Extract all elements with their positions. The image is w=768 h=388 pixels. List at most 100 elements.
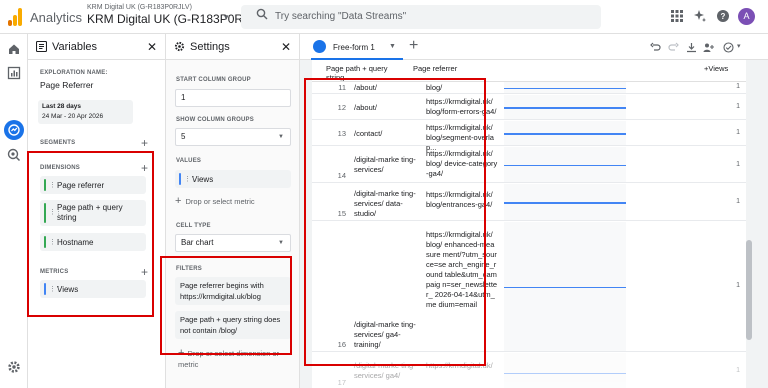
svg-text:?: ? bbox=[721, 12, 726, 21]
check-circle-icon[interactable] bbox=[723, 42, 734, 53]
advertising-icon[interactable] bbox=[7, 148, 21, 162]
filters-label: FILTERS bbox=[176, 266, 202, 272]
dimension-chip-page-referrer[interactable]: ⋮⋮ Page referrer bbox=[40, 176, 146, 194]
views-bar bbox=[504, 202, 626, 204]
show-column-groups-select[interactable]: 5 ▼ bbox=[175, 128, 291, 146]
views-value: 1 bbox=[736, 198, 740, 205]
sparkle-icon[interactable] bbox=[694, 10, 706, 22]
metric-chip-views[interactable]: ⋮⋮ Views bbox=[40, 280, 146, 298]
table-row[interactable]: 14 /digital-marke ting-services/ https:/… bbox=[312, 147, 748, 183]
apps-grid-icon[interactable] bbox=[671, 10, 683, 22]
tab-free-form-1[interactable]: Free-form 1 ▼ bbox=[311, 37, 403, 60]
views-bar bbox=[504, 87, 626, 89]
drag-handle-icon[interactable]: ⋮⋮ bbox=[49, 181, 62, 189]
views-value: 1 bbox=[736, 103, 740, 110]
filter-chip-page-path[interactable]: Page path + query string does not contai… bbox=[175, 311, 291, 339]
exploration-name-label: EXPLORATION NAME: bbox=[40, 70, 108, 76]
views-value: 1 bbox=[736, 83, 740, 90]
table-row[interactable]: 13 /contact/ https://krmdigital.uk/ blog… bbox=[312, 121, 748, 152]
dropdown-arrow-icon: ▼ bbox=[278, 134, 284, 140]
help-icon[interactable]: ? bbox=[717, 10, 729, 22]
drag-handle-icon[interactable]: ⋮⋮ bbox=[49, 238, 62, 246]
date-range-picker[interactable]: Last 28 days 24 Mar - 20 Apr 2026 bbox=[38, 100, 133, 124]
drag-handle-icon[interactable]: ⋮⋮ bbox=[49, 285, 62, 293]
cell-type-value: Bar chart bbox=[181, 238, 214, 247]
share-user-icon[interactable] bbox=[703, 42, 714, 53]
analytics-logo-icon[interactable] bbox=[8, 8, 22, 26]
tab-bar: Free-form 1 ▼ + ▾ bbox=[300, 34, 768, 60]
settings-header: Settings ✕ bbox=[166, 34, 299, 60]
drop-dimension-slot[interactable]: + Drop or select dimension or metric bbox=[178, 348, 290, 370]
exploration-name-field[interactable]: Page Referrer bbox=[40, 80, 93, 90]
settings-gear-icon[interactable] bbox=[7, 360, 21, 374]
cell-type-select[interactable]: Bar chart ▼ bbox=[175, 234, 291, 252]
page-path-cell: /about/ bbox=[354, 83, 377, 92]
start-column-group-input[interactable]: 1 bbox=[175, 89, 291, 107]
scrollbar-thumb[interactable] bbox=[746, 240, 752, 340]
table-scrollbar[interactable] bbox=[746, 60, 752, 388]
account-id[interactable]: KRM Digital UK (G-R183P0RJLV) bbox=[87, 4, 192, 11]
chevron-down-icon[interactable]: ▼ bbox=[389, 43, 396, 50]
drop-metric-label: Drop or select metric bbox=[185, 197, 255, 206]
column-header-views[interactable]: +Views bbox=[704, 64, 728, 73]
avatar[interactable]: A bbox=[738, 8, 755, 25]
show-column-groups-value: 5 bbox=[181, 132, 186, 141]
close-icon[interactable]: ✕ bbox=[147, 40, 157, 54]
views-bar-cell bbox=[504, 184, 626, 220]
table-row[interactable]: 17 /digital-marke ting-services/ ga4/ ht… bbox=[312, 353, 748, 388]
reports-icon[interactable] bbox=[7, 66, 21, 80]
views-value: 1 bbox=[736, 282, 740, 289]
views-bar-cell bbox=[504, 82, 626, 93]
cell-type-label: CELL TYPE bbox=[176, 223, 211, 229]
row-number: 16 bbox=[337, 340, 346, 349]
table-row[interactable]: 16 /digital-marke ting-services/ ga4-tra… bbox=[312, 222, 748, 352]
add-dimension-icon[interactable]: + bbox=[141, 162, 148, 174]
filter-chip-page-referrer[interactable]: Page referrer begins with https://krmdig… bbox=[175, 277, 291, 305]
add-segment-icon[interactable]: + bbox=[141, 137, 148, 149]
download-icon[interactable] bbox=[686, 42, 697, 53]
column-header-page-path[interactable]: Page path + query string bbox=[326, 64, 396, 82]
chevron-down-icon[interactable]: ▾ bbox=[224, 12, 229, 23]
table-row[interactable]: 15 /digital-marke ting-services/ data-st… bbox=[312, 184, 748, 221]
dropdown-arrow-icon: ▼ bbox=[278, 240, 284, 246]
page-path-cell: /contact/ bbox=[354, 129, 383, 138]
drop-metric-slot[interactable]: + Drop or select metric bbox=[175, 196, 291, 207]
redo-icon[interactable] bbox=[668, 42, 679, 53]
views-bar bbox=[504, 107, 626, 109]
page-referrer-cell: https://krmdigital.uk/ blog/entrances-ga… bbox=[426, 190, 493, 209]
exploration-canvas: Free-form 1 ▼ + ▾ Page path + query stri… bbox=[300, 34, 768, 388]
page-path-cell: /digital-marke ting-services/ ga4/ bbox=[354, 361, 416, 380]
views-value: 1 bbox=[736, 129, 740, 136]
home-icon[interactable] bbox=[7, 42, 21, 56]
add-tab-icon[interactable]: + bbox=[409, 38, 418, 54]
column-header-page-referrer[interactable]: Page referrer bbox=[413, 64, 457, 73]
add-metric-icon[interactable]: + bbox=[141, 266, 148, 278]
show-column-groups-label: SHOW COLUMN GROUPS bbox=[176, 117, 254, 123]
chevron-down-icon[interactable]: ▾ bbox=[737, 42, 741, 50]
drag-handle-icon[interactable]: ⋮⋮ bbox=[184, 175, 197, 183]
left-nav-rail bbox=[0, 34, 28, 388]
views-bar-cell bbox=[504, 353, 626, 388]
plus-icon: + bbox=[175, 195, 182, 207]
value-chip-views[interactable]: ⋮⋮ Views bbox=[175, 170, 291, 188]
dimension-chip-page-path[interactable]: ⋮⋮ Page path + query string bbox=[40, 200, 146, 226]
row-number: 13 bbox=[337, 129, 346, 138]
variables-icon bbox=[36, 41, 47, 52]
page-path-cell: /about/ bbox=[354, 103, 377, 112]
row-number: 12 bbox=[337, 103, 346, 112]
close-icon[interactable]: ✕ bbox=[281, 40, 291, 54]
dimension-chip-hostname[interactable]: ⋮⋮ Hostname bbox=[40, 233, 146, 251]
drag-handle-icon[interactable]: ⋮⋮ bbox=[49, 208, 62, 218]
undo-icon[interactable] bbox=[650, 42, 661, 53]
views-value: 1 bbox=[736, 367, 740, 374]
table-row[interactable]: 12 /about/ https://krmdigital.uk/ blog/f… bbox=[312, 95, 748, 120]
app-name[interactable]: Analytics bbox=[30, 10, 82, 25]
page-referrer-cell: https://krmdigital.uk/ blog/ enhanced-me… bbox=[426, 230, 498, 309]
search-input[interactable]: Try searching "Data Streams" bbox=[275, 11, 406, 22]
page-path-cell: /digital-marke ting-services/ bbox=[354, 155, 416, 174]
row-number: 17 bbox=[337, 378, 346, 387]
account-selector[interactable]: KRM Digital UK (G-R183P0RJ... bbox=[87, 12, 259, 26]
explore-icon[interactable] bbox=[7, 123, 21, 137]
table-row[interactable]: 11 /about/ blog/ 1 bbox=[312, 82, 748, 94]
dimension-label: Page referrer bbox=[57, 180, 105, 190]
